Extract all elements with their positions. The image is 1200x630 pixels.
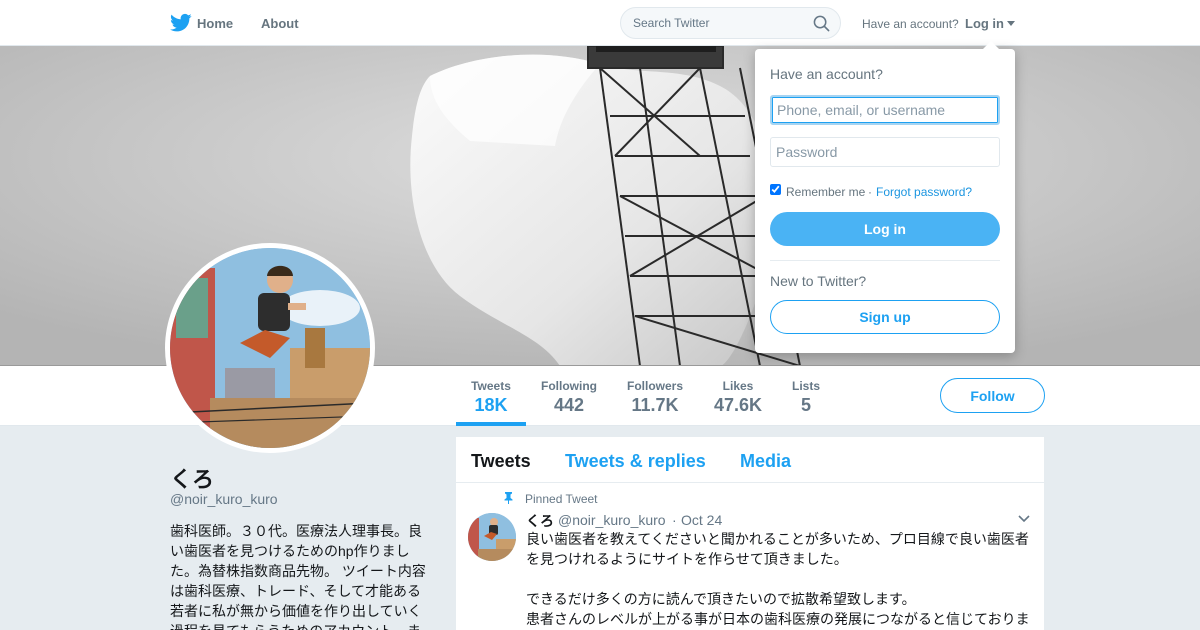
nav-home-link[interactable]: Home: [197, 16, 233, 31]
twitter-bird-icon[interactable]: [170, 13, 192, 33]
profile-bio: 歯科医師。３０代。医療法人理事長。良い歯医者を見つけるためのhp作りました。為替…: [170, 523, 426, 630]
search-input[interactable]: [633, 16, 808, 30]
stat-label: Followers: [626, 379, 683, 393]
tweet-author-handle[interactable]: @noir_kuro_kuro: [558, 512, 666, 528]
tweet-timestamp[interactable]: Oct 24: [681, 512, 722, 528]
remember-me-checkbox[interactable]: [770, 184, 781, 195]
forgot-password-link[interactable]: Forgot password?: [876, 185, 972, 199]
new-to-twitter-text: New to Twitter?: [770, 273, 867, 289]
password-field[interactable]: [770, 137, 1000, 167]
chevron-down-icon[interactable]: [1018, 515, 1030, 523]
stat-tweets[interactable]: Tweets 18K: [456, 366, 526, 426]
top-navigation-bar: Home About Have an account? Log in: [0, 0, 1200, 46]
tweet-avatar-illustration: [468, 513, 516, 561]
divider: [770, 260, 1000, 261]
stat-label: Likes: [722, 379, 754, 393]
timeline-tabs: Tweets Tweets & replies Media: [456, 437, 1044, 483]
pinned-tweet-label: Pinned Tweet: [525, 492, 598, 506]
username-field[interactable]: [770, 95, 1000, 125]
tweet-author-name[interactable]: くろ: [526, 511, 554, 531]
nav-about-link[interactable]: About: [261, 16, 299, 31]
search-icon[interactable]: [813, 15, 830, 32]
tab-tweets[interactable]: Tweets: [471, 451, 531, 472]
login-menu-toggle[interactable]: Log in: [965, 16, 1004, 31]
have-account-text: Have an account?: [862, 17, 959, 31]
tweet-avatar[interactable]: [468, 513, 516, 561]
stat-value: 18K: [474, 395, 508, 415]
stat-label: Following: [541, 379, 597, 393]
tab-tweets-replies[interactable]: Tweets & replies: [565, 451, 706, 472]
login-button[interactable]: Log in: [770, 212, 1000, 246]
stat-value: 442: [553, 395, 585, 415]
tab-media[interactable]: Media: [740, 451, 791, 472]
dropdown-title: Have an account?: [770, 66, 883, 82]
stat-followers[interactable]: Followers 11.7K: [620, 366, 690, 426]
stat-value: 11.7K: [631, 395, 679, 415]
stat-value: 5: [800, 395, 811, 415]
follow-button[interactable]: Follow: [940, 378, 1045, 413]
remember-me-label[interactable]: Remember me: [786, 185, 865, 199]
stat-label: Lists: [791, 379, 820, 393]
stat-value: 47.6K: [713, 395, 763, 415]
login-dropdown: Have an account? Remember me · Forgot pa…: [755, 41, 1015, 353]
profile-name[interactable]: くろ: [170, 462, 214, 494]
stat-lists[interactable]: Lists 5: [781, 366, 831, 426]
stat-following[interactable]: Following 442: [534, 366, 604, 426]
separator-dot: ·: [868, 185, 872, 199]
pin-icon: [504, 492, 513, 504]
timeline: Tweets Tweets & replies Media Pinned Twe…: [456, 437, 1044, 630]
tweet-text: 良い歯医者を教えてくださいと聞かれることが多いため、プロ目線で良い歯医者を見つけ…: [526, 531, 1030, 627]
dropdown-arrow: [983, 41, 999, 49]
caret-down-icon[interactable]: [1007, 21, 1015, 26]
stat-likes[interactable]: Likes 47.6K: [703, 366, 773, 426]
avatar-illustration: [170, 248, 370, 448]
signup-button[interactable]: Sign up: [770, 300, 1000, 334]
stat-label: Tweets: [471, 379, 511, 393]
tweet-separator: ·: [672, 512, 677, 528]
profile-avatar[interactable]: [165, 243, 375, 453]
search-box: [620, 7, 841, 39]
profile-handle[interactable]: @noir_kuro_kuro: [170, 491, 278, 507]
